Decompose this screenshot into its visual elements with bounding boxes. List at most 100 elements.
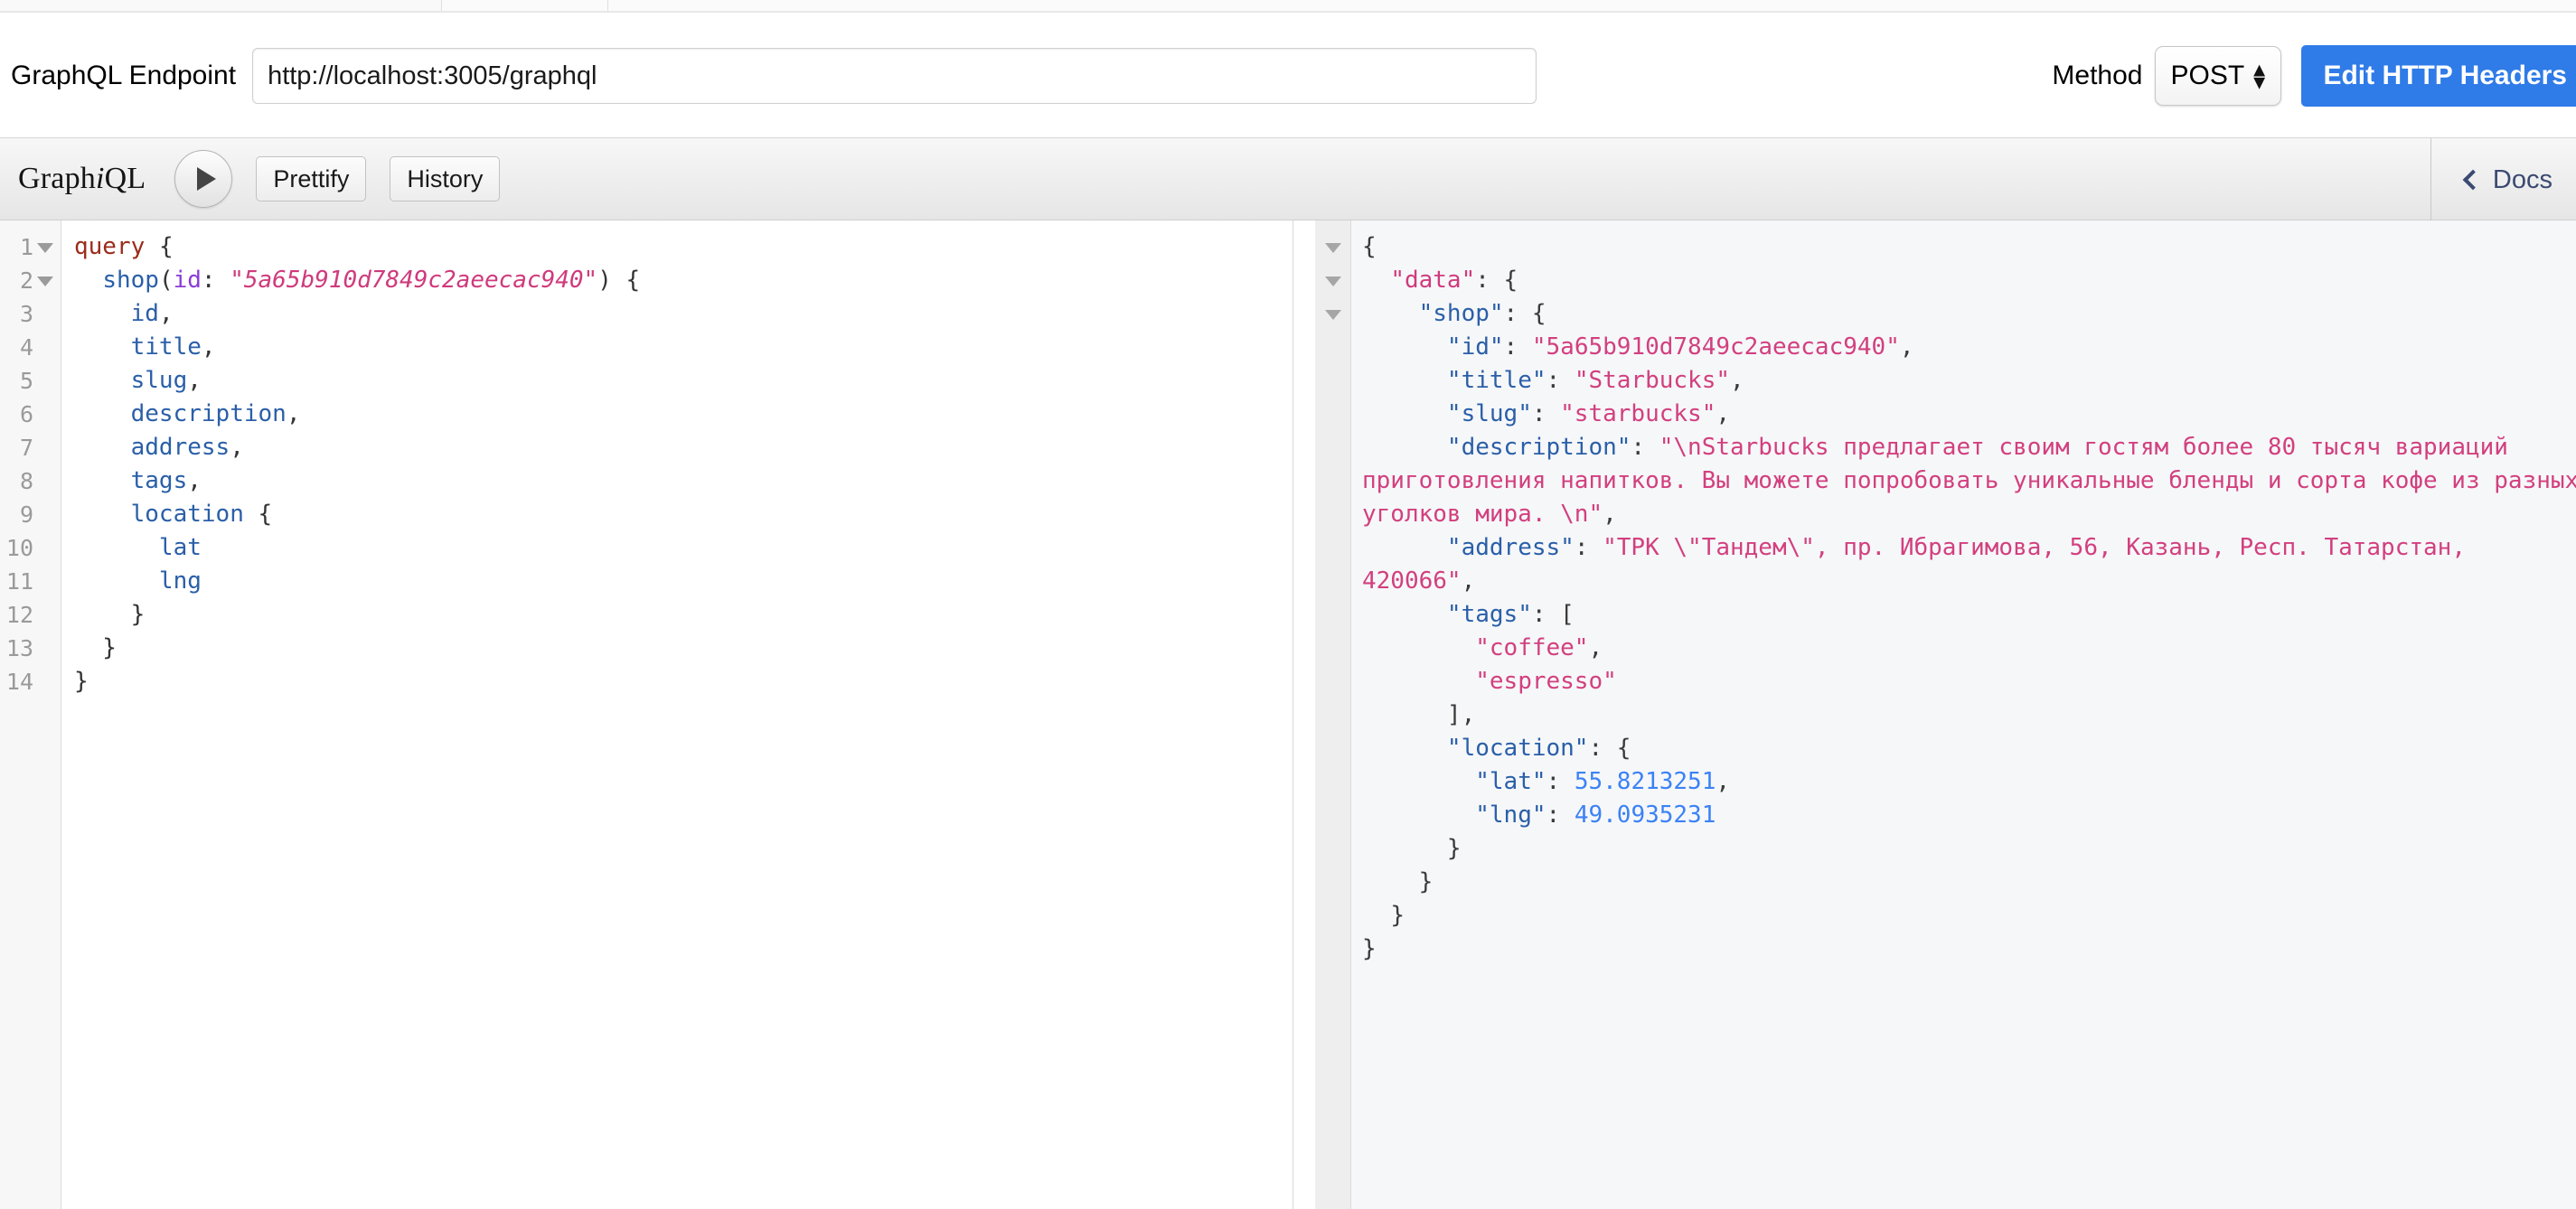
chevron-left-icon	[2462, 169, 2484, 191]
result-code: { "data": { "shop": { "id": "5a65b910d78…	[1362, 230, 2576, 966]
code-token: "data"	[1390, 267, 1476, 294]
endpoint-bar: GraphQL Endpoint Method POST ▲▼ Edit HTT…	[0, 14, 2576, 137]
result-gutter	[1315, 220, 1351, 1209]
code-token: lat	[158, 534, 202, 561]
code-line: "shop": {	[1362, 297, 2576, 331]
code-line: ],	[1362, 698, 2576, 732]
code-token: address	[130, 434, 230, 461]
logo-italic-i: i	[95, 162, 105, 195]
code-token: 49.0935231	[1574, 801, 1716, 829]
code-token: "tags"	[1446, 601, 1532, 628]
result-viewer-pane[interactable]: { "data": { "shop": { "id": "5a65b910d78…	[1315, 220, 2576, 1209]
code-line: shop(id: "5a65b910d7849c2aeecac940") {	[74, 264, 640, 297]
code-token: location	[130, 501, 244, 528]
tab-divider	[441, 0, 442, 11]
code-line: id,	[74, 297, 640, 331]
code-token: ,	[230, 434, 244, 461]
code-token: :	[1531, 400, 1561, 427]
endpoint-url-input[interactable]	[252, 48, 1537, 104]
fold-toggle-icon[interactable]	[1325, 310, 1341, 320]
line-number: 1	[19, 234, 33, 260]
code-token: }	[74, 601, 146, 628]
method-select[interactable]: POST ▲ ▼	[2155, 46, 2282, 106]
fold-toggle-icon[interactable]	[1325, 276, 1341, 286]
endpoint-bar-controls: Method POST ▲ ▼ Edit HTTP Headers	[2052, 14, 2576, 137]
prettify-button[interactable]: Prettify	[256, 156, 367, 202]
code-line: tags,	[74, 464, 640, 498]
fold-toggle-icon[interactable]	[1325, 243, 1341, 253]
code-line: "lat": 55.8213251,	[1362, 765, 2576, 799]
browser-tab-strip	[0, 0, 2576, 13]
line-number: 4	[19, 334, 33, 361]
code-token: :	[1631, 434, 1659, 461]
fold-toggle-icon[interactable]	[37, 276, 53, 286]
code-line: "description": "\nStarbucks предлагает с…	[1362, 431, 2576, 531]
history-button[interactable]: History	[390, 156, 501, 202]
code-line: "tags": [	[1362, 598, 2576, 632]
code-token: slug	[130, 367, 188, 394]
method-label: Method	[2052, 61, 2143, 90]
code-token: :	[1503, 333, 1532, 361]
code-line: "address": "ТРК \"Тандем\", пр. Ибрагимо…	[1362, 531, 2576, 598]
fold-toggle-icon[interactable]	[37, 243, 53, 253]
code-line: slug,	[74, 364, 640, 398]
code-line: location {	[74, 498, 640, 531]
code-line: description,	[74, 398, 640, 431]
code-line: "coffee",	[1362, 632, 2576, 665]
line-number: 2	[19, 267, 33, 294]
query-editor-pane[interactable]: 1 2 3 4 5 6 7 8 9 10 11 12 13 14 query { shop(id: "5a…	[0, 220, 1293, 1209]
code-token: : {	[1588, 735, 1631, 762]
docs-label: Docs	[2492, 164, 2552, 194]
code-token: ,	[1461, 567, 1476, 595]
code-token: "shop"	[1418, 300, 1504, 327]
line-number: 3	[19, 301, 33, 327]
browser-tab-inactive[interactable]	[0, 0, 441, 11]
code-token: :	[1546, 768, 1575, 795]
pane-splitter[interactable]	[1293, 220, 1315, 1209]
edit-http-headers-button[interactable]: Edit HTTP Headers	[2301, 45, 2576, 107]
code-line: }	[1362, 832, 2576, 866]
line-number: 9	[19, 501, 33, 528]
code-token: :	[1546, 801, 1575, 829]
code-token: }	[1362, 902, 1405, 929]
code-line: }	[1362, 866, 2576, 899]
code-token: {	[243, 501, 273, 528]
code-token: ,	[187, 367, 202, 394]
code-line: }	[1362, 899, 2576, 933]
code-line: query {	[74, 230, 640, 264]
query-code[interactable]: query { shop(id: "5a65b910d7849c2aeecac9…	[74, 230, 640, 698]
code-token: query	[74, 233, 146, 260]
line-number: 7	[19, 435, 33, 461]
method-select-value: POST	[2170, 61, 2245, 90]
code-token: }	[1362, 835, 1462, 862]
code-token: "starbucks"	[1560, 400, 1716, 427]
code-token: }	[74, 668, 89, 695]
code-token: :	[201, 267, 230, 294]
code-token: "espresso"	[1475, 668, 1617, 695]
code-token: "Starbucks"	[1574, 367, 1730, 394]
code-line: lat	[74, 531, 640, 565]
code-token: {	[1362, 233, 1377, 260]
code-token: description	[130, 400, 287, 427]
line-number: 8	[19, 468, 33, 494]
code-line: "location": {	[1362, 732, 2576, 765]
code-token: "slug"	[1446, 400, 1532, 427]
execute-query-button[interactable]	[174, 150, 233, 208]
docs-link[interactable]: Docs	[2462, 164, 2552, 195]
